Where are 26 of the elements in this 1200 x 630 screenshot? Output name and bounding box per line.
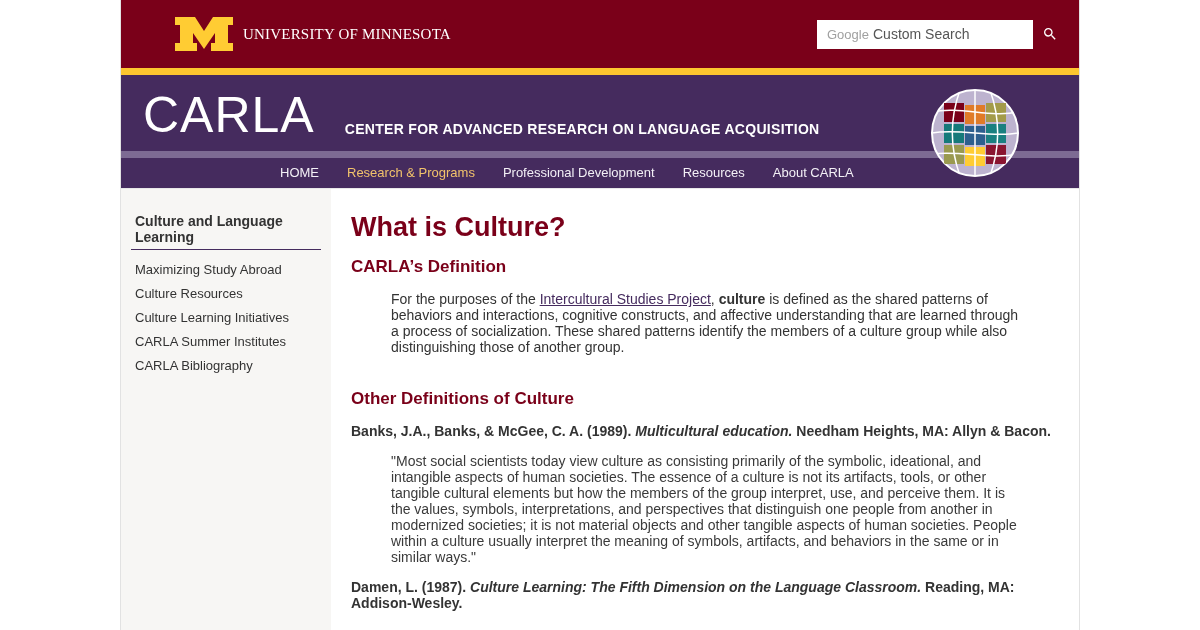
definition-paragraph: For the purposes of the Intercultural Studies Project, culture is defined as the shared patterns of behaviors and interactions, cognitive constructs, and affective understanding that are learned through a process of socialization. These shared patterns identify the members of a culture group while also distinguishing those of another group. (391, 291, 1019, 355)
search-icon (1042, 26, 1058, 42)
section-heading: Other Definitions of Culture (351, 389, 575, 409)
page-title: What is Culture? (351, 211, 567, 243)
quote-paragraph: "Most social scientists today view culture as consisting primarily of the symbolic, ideational, and intangible aspects of human societies. The essence of a culture is not its artifacts, tools, or other tangible cultural elements but how the members of the group interpret, use, and perceive them. It is the values, symbols, interpretations, and perspectives that distinguish one people from another in modernized societies; it is not material objects and other tangible aspects of human societies. People within a culture usually interpret the meaning of symbols, artifacts, and behaviors in the same or in similar ways." (391, 453, 1018, 565)
section-heading: CARLA’s Definition (351, 257, 508, 277)
carla-subtitle: CENTER FOR ADVANCED RESEARCH ON LANGUAGE ACQUISITION (344, 121, 820, 137)
citation-text: Banks, J.A., Banks, & McGee, C. A. (1989). Multicultural education. Needham Heights, MA: Allyn & Bacon. (351, 423, 1052, 439)
sidebar-heading: Culture and Language Learning (131, 213, 321, 250)
sidebar-link[interactable]: CARLA Summer Institutes (135, 334, 321, 350)
carla-title: CARLA (143, 91, 315, 139)
citation-text: Damen, L. (1987). Culture Learning: The Fifth Dimension on the Language Classroom. Reading, MA: Addison-Wesley. (351, 579, 1016, 611)
nav-link[interactable]: About CARLA (772, 163, 854, 183)
sidebar-link[interactable]: CARLA Bibliography (135, 358, 321, 374)
globe-logo-icon (930, 88, 1020, 178)
university-name: UNIVERSITY OF MINNESOTA (243, 24, 451, 44)
nav-link[interactable]: Research & Programs (347, 163, 475, 183)
sidebar-link[interactable]: Culture Resources (135, 286, 321, 302)
sidebar-link[interactable]: Maximizing Study Abroad (135, 262, 321, 278)
intercultural-studies-link[interactable]: Intercultural Studies Project (539, 291, 711, 307)
sidebar-link[interactable]: Culture Learning Initiatives (135, 310, 321, 326)
nav-link[interactable]: HOME (280, 163, 319, 183)
nav-link[interactable]: Professional Development (502, 163, 655, 183)
google-brand-text: Google (827, 26, 869, 42)
nav-link[interactable]: Resources (682, 163, 745, 183)
block-m-logo-icon (175, 17, 233, 51)
